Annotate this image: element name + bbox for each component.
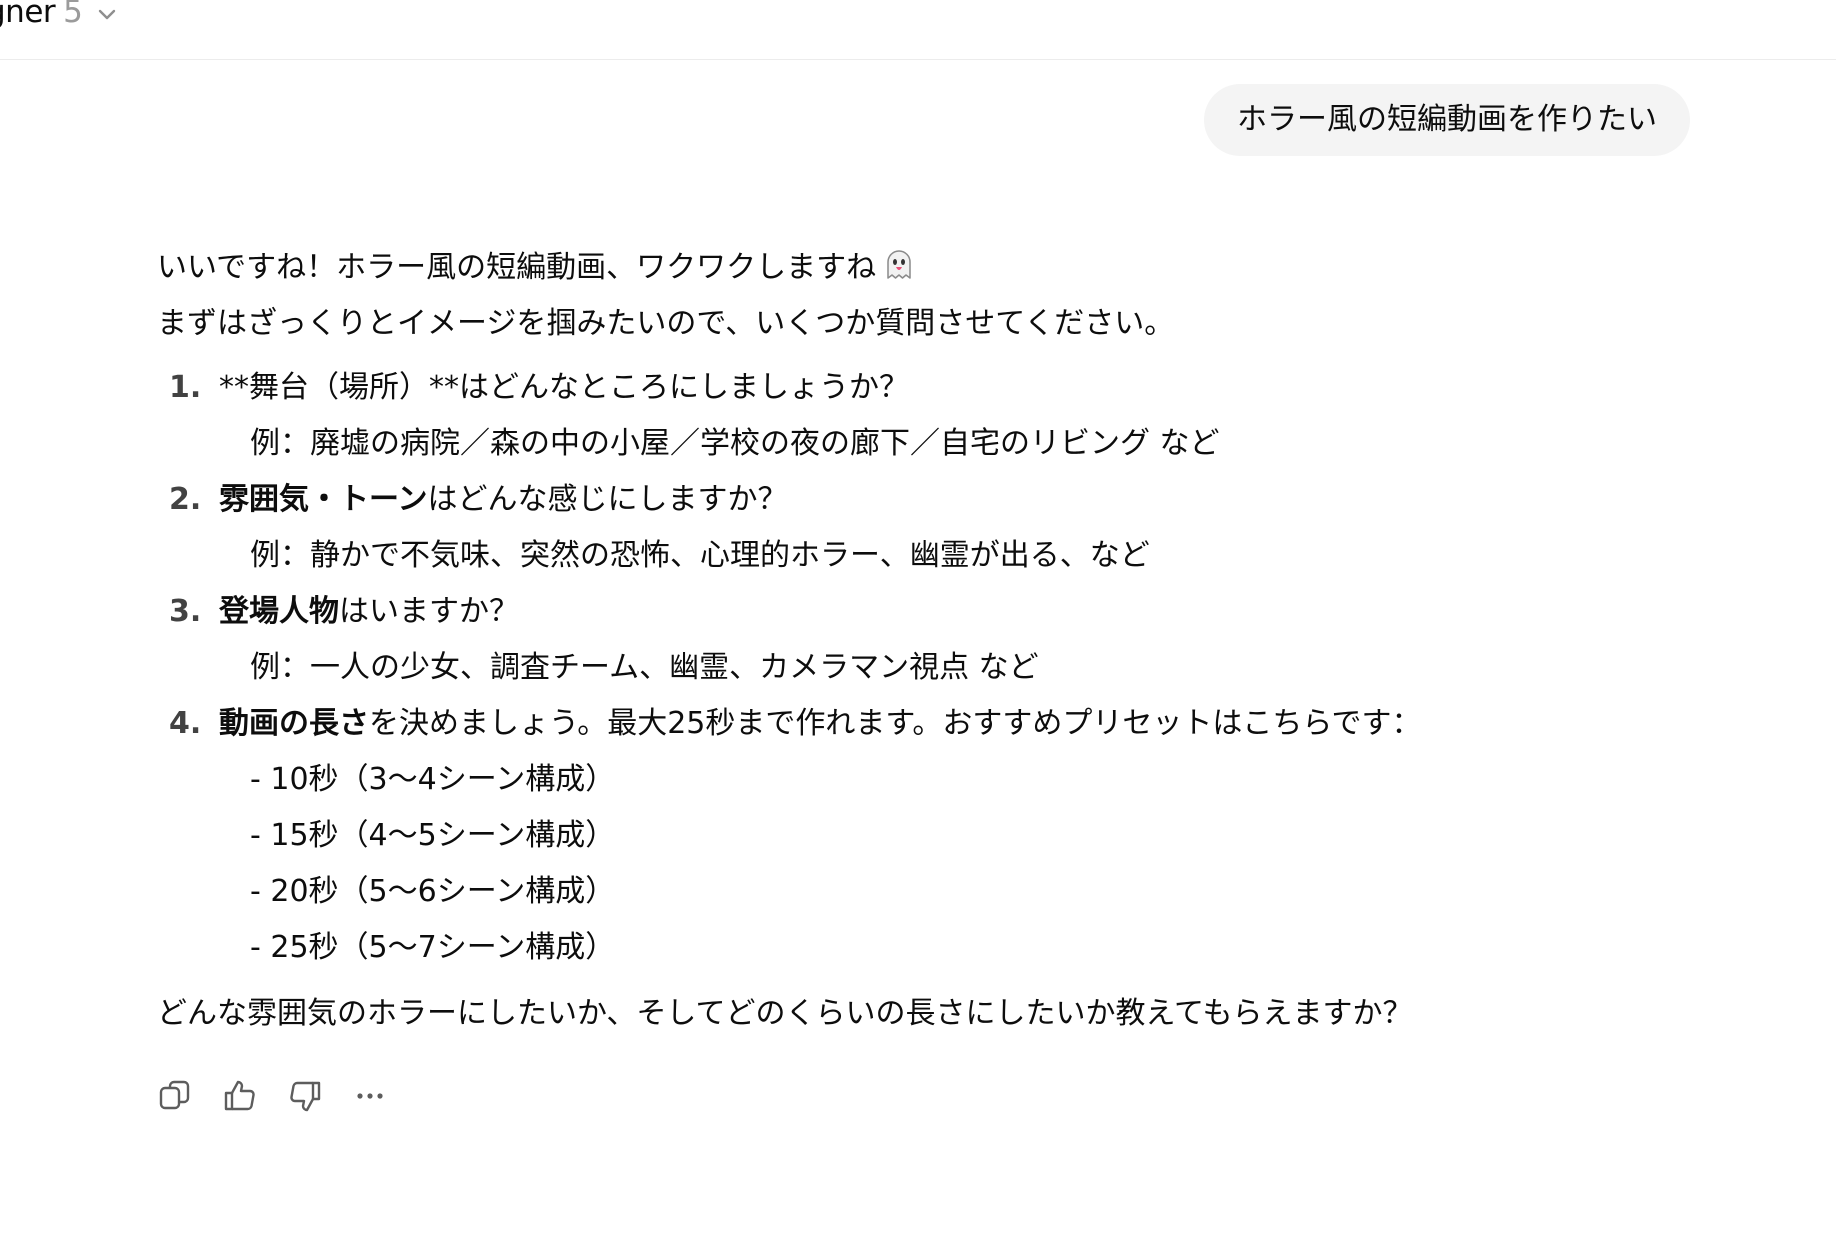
list-item-bold: 雰囲気・トーン [219, 482, 428, 517]
question-list: 1. **舞台（場所）**はどんなところにしましょうか？ 例：廃墟の病院／森の中… [157, 360, 1657, 976]
list-item: 4. 動画の長さを決めましょう。最大25秒まで作れます。おすすめプリセットはこち… [157, 696, 1657, 976]
more-button[interactable] [352, 1078, 388, 1114]
list-item-text: はいますか？ [339, 594, 519, 629]
chevron-down-icon [98, 9, 116, 20]
preset-line: - 25秒（5〜7シーン構成） [250, 930, 616, 965]
example-line: 例：一人の少女、調査チーム、幽霊、カメラマン視点 など [250, 650, 1039, 685]
list-number: 1. [169, 370, 202, 405]
model-version: 5 [63, 0, 83, 30]
list-item-text: はどんな感じにしますか？ [427, 482, 788, 517]
list-item: 1. **舞台（場所）**はどんなところにしましょうか？ 例：廃墟の病院／森の中… [157, 360, 1657, 472]
preset-line: - 10秒（3〜4シーン構成） [250, 762, 616, 797]
intro-line-2: まずはざっくりとイメージを掴みたいので、いくつか質問させてください。 [157, 306, 1175, 341]
intro-paragraph: いいですね！ホラー風の短編動画、ワクワクしますね [157, 240, 1657, 296]
copy-button[interactable] [157, 1078, 193, 1114]
list-number: 2. [169, 482, 202, 517]
list-item-text: を決めましょう。最大25秒まで作れます。おすすめプリセットはこちらです： [369, 706, 1422, 741]
example-line: 例：静かで不気味、突然の恐怖、心理的ホラー、幽霊が出る、など [250, 538, 1150, 573]
top-bar: gner 5 [0, 0, 1836, 60]
intro-line-1: いいですね！ホラー風の短編動画、ワクワクしますね [157, 250, 877, 285]
ghost-icon [887, 250, 911, 279]
preset-line: - 15秒（4〜5シーン構成） [250, 818, 616, 853]
model-name: gner [0, 0, 56, 30]
list-item-bold: 動画の長さ [219, 706, 369, 741]
more-icon [357, 1093, 383, 1099]
list-item: 2. 雰囲気・トーンはどんな感じにしますか？ 例：静かで不気味、突然の恐怖、心理… [157, 472, 1657, 584]
assistant-message: いいですね！ホラー風の短編動画、ワクワクしますね まずはざっくりとイメージを掴み… [157, 240, 1657, 1042]
thumbs-down-icon [290, 1081, 321, 1112]
message-actions [157, 1078, 388, 1114]
preset-line: - 20秒（5〜6シーン構成） [250, 874, 616, 909]
thumbs-up-icon [224, 1080, 255, 1111]
user-message-bubble: ホラー風の短編動画を作りたい [1204, 84, 1690, 156]
example-line: 例：廃墟の病院／森の中の小屋／学校の夜の廊下／自宅のリビング など [250, 426, 1220, 461]
model-switcher[interactable]: gner 5 [0, 0, 119, 30]
list-item-bold: 登場人物 [219, 594, 339, 629]
list-number: 4. [169, 706, 202, 741]
copy-icon [159, 1080, 190, 1110]
list-number: 3. [169, 594, 202, 629]
closing-paragraph: どんな雰囲気のホラーにしたいか、そしてどのくらいの長さにしたいか教えてもらえます… [157, 996, 1413, 1031]
list-item-text: **舞台（場所）**はどんなところにしましょうか？ [219, 370, 909, 405]
list-item: 3. 登場人物はいますか？ 例：一人の少女、調査チーム、幽霊、カメラマン視点 な… [157, 584, 1657, 696]
thumbs-up-button[interactable] [222, 1078, 258, 1114]
thumbs-down-button[interactable] [287, 1078, 323, 1114]
